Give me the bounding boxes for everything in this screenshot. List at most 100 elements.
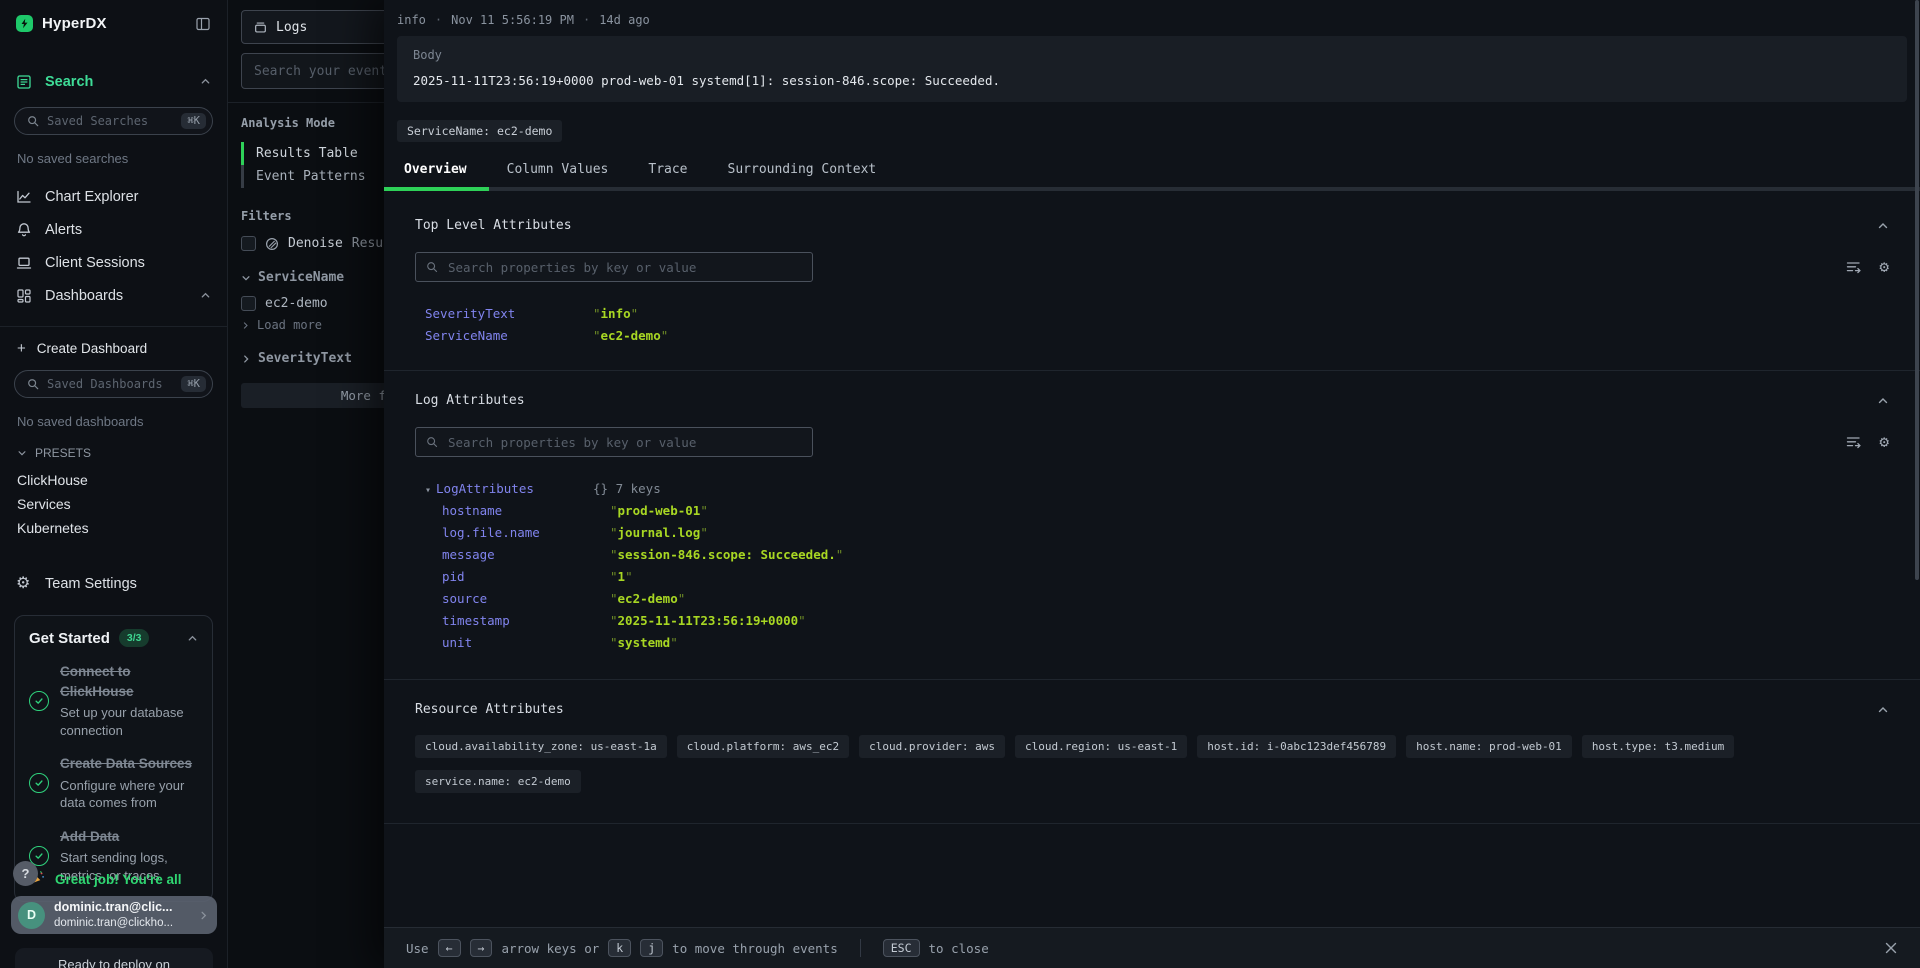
collapse-sidebar-icon[interactable]	[195, 16, 211, 32]
tab-overview[interactable]: Overview	[384, 153, 487, 187]
drawer-scrollbar[interactable]	[1915, 0, 1920, 927]
resource-chip[interactable]: host.type: t3.medium	[1582, 735, 1734, 758]
presets-toggle[interactable]: PRESETS	[0, 446, 227, 460]
attribute-key[interactable]: message	[442, 547, 610, 562]
section-top-level-attributes: Top Level Attributes	[384, 191, 1920, 371]
event-search-input[interactable]	[241, 53, 384, 89]
resource-chip[interactable]: host.id: i-0abc123def456789	[1197, 735, 1396, 758]
tree-collapse-caret[interactable]: ▾	[425, 485, 431, 496]
resource-chip[interactable]: cloud.availability_zone: us-east-1a	[415, 735, 667, 758]
attribute-key[interactable]: unit	[442, 635, 610, 650]
attribute-key[interactable]: source	[442, 591, 610, 606]
get-started-card: Get Started 3/3 Connect to ClickHouse Se…	[14, 615, 213, 902]
help-button[interactable]: ?	[13, 861, 38, 886]
sort-lines-icon[interactable]	[1846, 435, 1862, 449]
attribute-value[interactable]: prod-web-01	[610, 503, 708, 518]
attribute-key[interactable]: pid	[442, 569, 610, 584]
chevron-up-icon[interactable]	[187, 633, 198, 644]
mode-event-patterns[interactable]: Event Patterns	[241, 165, 384, 188]
attribute-key[interactable]: timestamp	[442, 613, 610, 628]
detail-tabs: Overview Column Values Trace Surrounding…	[384, 153, 1920, 187]
sidebar-item-label: Search	[45, 74, 93, 90]
attribute-value[interactable]: 1	[610, 569, 633, 584]
resource-attribute-chips: cloud.availability_zone: us-east-1a clou…	[415, 735, 1795, 823]
section-log-attributes: Log Attributes	[384, 371, 1920, 680]
search-icon	[27, 378, 39, 390]
attribute-value[interactable]: ec2-demo	[610, 591, 685, 606]
attribute-value[interactable]: systemd	[610, 635, 678, 650]
property-search-input[interactable]	[446, 259, 802, 276]
checkbox[interactable]	[241, 296, 256, 311]
sidebar-item-dashboards[interactable]: Dashboards	[0, 279, 227, 312]
preset-clickhouse[interactable]: ClickHouse	[0, 468, 227, 491]
tab-column-values[interactable]: Column Values	[487, 153, 629, 187]
saved-dashboards-input[interactable]: Saved Dashboards ⌘K	[14, 370, 213, 398]
attribute-key[interactable]: hostname	[442, 503, 610, 518]
tab-surrounding-context[interactable]: Surrounding Context	[708, 153, 897, 187]
no-saved-dashboards-text: No saved dashboards	[0, 414, 227, 429]
filter-group-servicename[interactable]: ServiceName	[241, 270, 384, 285]
resource-chip[interactable]: cloud.provider: aws	[859, 735, 1005, 758]
service-name-tag[interactable]: ServiceName: ec2-demo	[397, 120, 562, 142]
resource-chip[interactable]: host.name: prod-web-01	[1406, 735, 1572, 758]
deploy-teaser-card[interactable]: Ready to deploy on	[15, 948, 213, 968]
property-search-input[interactable]	[446, 434, 802, 451]
attribute-value[interactable]: 2025-11-11T23:56:19+0000	[610, 613, 806, 628]
sort-lines-icon[interactable]	[1846, 260, 1862, 274]
attribute-value[interactable]: info	[593, 306, 638, 321]
section-title: Top Level Attributes	[415, 218, 572, 233]
resource-chip[interactable]: service.name: ec2-demo	[415, 770, 581, 793]
create-dashboard-button[interactable]: + Create Dashboard	[0, 340, 227, 357]
checkbox[interactable]	[241, 236, 256, 251]
get-started-step[interactable]: Create Data Sources Configure where your…	[29, 754, 198, 812]
gear-icon[interactable]: ⚙	[1879, 434, 1889, 450]
attribute-value[interactable]: journal.log	[610, 525, 708, 540]
preset-services[interactable]: Services	[0, 492, 227, 515]
sidebar-item-search[interactable]: Search	[0, 65, 227, 98]
sidebar-item-client-sessions[interactable]: Client Sessions	[0, 246, 227, 279]
close-icon[interactable]	[1884, 941, 1898, 955]
attribute-value[interactable]: session-846.scope: Succeeded.	[610, 547, 843, 562]
collapse-section-icon[interactable]	[1877, 704, 1889, 716]
denoise-label: Denoise	[288, 236, 343, 251]
attribute-key[interactable]: SeverityText	[425, 306, 593, 321]
keys-count: {} 7 keys	[593, 481, 1889, 496]
collapse-section-icon[interactable]	[1877, 220, 1889, 232]
mode-results-table[interactable]: Results Table	[241, 142, 384, 165]
filters-label: Filters	[241, 209, 384, 223]
section-resource-attributes: Resource Attributes cloud.availability_z…	[384, 680, 1920, 824]
attribute-key[interactable]: log.file.name	[442, 525, 610, 540]
gear-icon[interactable]: ⚙	[1879, 259, 1889, 275]
filter-value-ec2-demo[interactable]: ec2-demo	[241, 296, 384, 311]
kbd-esc: ESC	[883, 939, 920, 957]
section-title: Resource Attributes	[415, 702, 564, 717]
denoise-results-checkbox-row[interactable]: Denoise Results	[241, 236, 384, 251]
sidebar-item-label: Team Settings	[45, 576, 137, 592]
sidebar-item-label: Chart Explorer	[45, 189, 138, 205]
user-menu[interactable]: D dominic.tran@clic... dominic.tran@clic…	[11, 896, 217, 934]
more-filters-button[interactable]: More filters	[241, 383, 384, 408]
source-selector-button[interactable]: Logs	[241, 10, 384, 44]
sidebar-item-chart-explorer[interactable]: Chart Explorer	[0, 180, 227, 213]
sidebar-item-alerts[interactable]: Alerts	[0, 213, 227, 246]
scrollbar-thumb[interactable]	[1915, 0, 1919, 580]
saved-searches-input[interactable]: Saved Searches ⌘K	[14, 107, 213, 135]
sidebar-item-label: Alerts	[45, 222, 82, 238]
plus-icon: +	[17, 340, 26, 357]
attribute-value[interactable]: ec2-demo	[593, 328, 668, 343]
chevron-up-icon[interactable]	[200, 290, 211, 301]
attribute-key[interactable]: LogAttributes	[436, 481, 534, 496]
preset-kubernetes[interactable]: Kubernetes	[0, 516, 227, 539]
sidebar-item-team-settings[interactable]: ⚙ Team Settings	[0, 567, 227, 600]
attribute-row: ServiceName ec2-demo	[415, 324, 1889, 346]
get-started-step[interactable]: Connect to ClickHouse Set up your databa…	[29, 662, 198, 739]
filter-group-severitytext[interactable]: SeverityText	[241, 351, 384, 366]
tab-trace[interactable]: Trace	[628, 153, 707, 187]
attribute-key[interactable]: ServiceName	[425, 328, 593, 343]
chevron-up-icon[interactable]	[200, 76, 211, 87]
resource-chip[interactable]: cloud.region: us-east-1	[1015, 735, 1187, 758]
source-label: Logs	[276, 20, 307, 35]
resource-chip[interactable]: cloud.platform: aws_ec2	[677, 735, 849, 758]
load-more-button[interactable]: Load more	[241, 318, 384, 332]
collapse-section-icon[interactable]	[1877, 395, 1889, 407]
